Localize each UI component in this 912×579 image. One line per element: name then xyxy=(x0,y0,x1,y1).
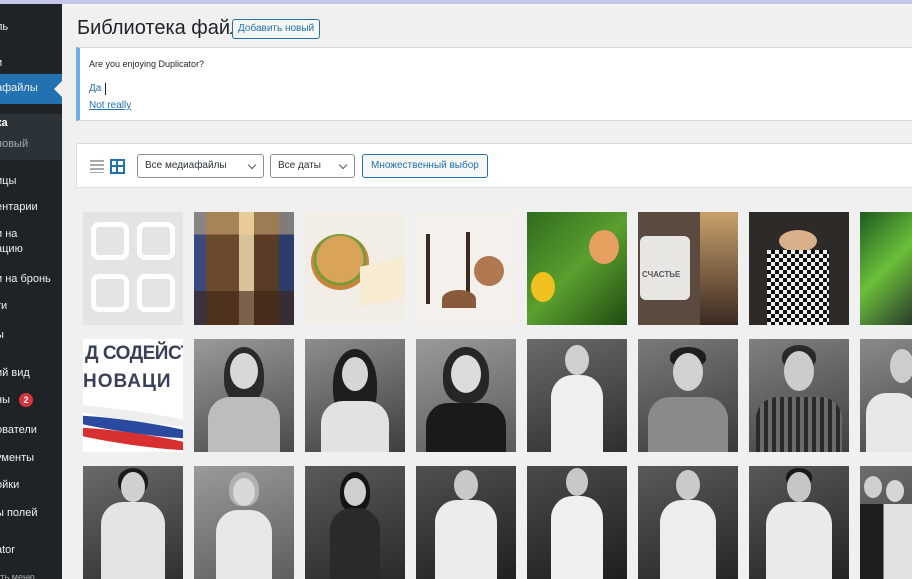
face-image xyxy=(676,470,700,500)
date-filter-value: Все даты xyxy=(278,160,321,171)
attachment-thumbnail-group[interactable] xyxy=(860,466,912,579)
body-image xyxy=(860,504,912,579)
grid-view-icon[interactable] xyxy=(110,159,125,174)
head-image xyxy=(779,230,817,252)
current-menu-arrow-icon xyxy=(54,81,62,97)
sidebar-item-media[interactable]: афайлы xyxy=(0,74,62,104)
attachment-thumbnail-mug[interactable]: СЧАСТЬЕ xyxy=(638,212,738,325)
banner-text-line1: Д СОДЕЙСТ xyxy=(85,343,183,364)
face-image xyxy=(784,351,814,391)
notice-no-link[interactable]: Not really xyxy=(89,100,131,111)
attachment-thumbnail-portrait[interactable] xyxy=(527,466,627,579)
attachment-thumbnail-bowls[interactable] xyxy=(416,212,516,325)
face-image xyxy=(890,349,912,383)
media-type-filter[interactable]: Все медиафайлы xyxy=(137,154,264,178)
notice-question: Are you enjoying Duplicator? xyxy=(89,59,205,69)
notice-yes-link[interactable]: Да xyxy=(89,83,101,94)
face-image xyxy=(454,470,478,500)
attachment-thumbnail-logo[interactable] xyxy=(83,212,183,325)
body-image xyxy=(766,502,832,579)
body-image xyxy=(216,510,272,579)
body-image xyxy=(756,397,842,452)
attachment-thumbnail-salad[interactable] xyxy=(860,212,912,325)
body-image xyxy=(660,500,716,579)
attachment-thumbnail-portrait[interactable] xyxy=(194,466,294,579)
attachment-thumbnail-portrait[interactable] xyxy=(749,339,849,452)
attachment-thumbnail-portrait[interactable] xyxy=(638,339,738,452)
board-image xyxy=(360,257,405,307)
face-image xyxy=(344,478,366,506)
egg-image xyxy=(589,230,619,264)
attachment-thumbnail-portrait[interactable] xyxy=(638,466,738,579)
attachment-thumbnail-portrait[interactable] xyxy=(416,339,516,452)
attachment-thumbnail-portrait[interactable] xyxy=(305,466,405,579)
background-image xyxy=(700,212,738,325)
attachment-thumbnail-portrait[interactable] xyxy=(416,466,516,579)
date-filter[interactable]: Все даты xyxy=(270,154,355,178)
attachment-thumbnail-chef-apron[interactable] xyxy=(749,212,849,325)
body-image xyxy=(551,496,603,579)
attachment-thumbnail-banner[interactable]: Д СОДЕЙСТ НОВАЦИ xyxy=(83,339,183,452)
mug-text: СЧАСТЬЕ xyxy=(642,270,681,279)
mug-image xyxy=(640,236,690,300)
banner-text-line2: НОВАЦИ xyxy=(83,371,172,392)
face-image xyxy=(230,353,258,389)
attachment-thumbnail-portrait[interactable] xyxy=(860,339,912,452)
logo-square-icon xyxy=(137,274,175,312)
body-image xyxy=(648,397,728,452)
face-image xyxy=(451,355,481,393)
list-view-icon[interactable] xyxy=(90,160,104,173)
flower-image xyxy=(531,272,555,302)
bulk-select-button[interactable]: Множественный выбор xyxy=(362,154,488,178)
logo-square-icon xyxy=(91,222,129,260)
window-top-strip xyxy=(0,0,912,4)
face-image xyxy=(566,468,588,496)
attachment-thumbnail-bagel[interactable] xyxy=(305,212,405,325)
bowl-image xyxy=(474,256,504,286)
chevron-down-icon xyxy=(338,160,348,170)
body-image xyxy=(208,397,280,452)
body-image xyxy=(426,403,506,452)
media-type-filter-value: Все медиафайлы xyxy=(145,160,227,171)
attachment-thumbnail-greens[interactable] xyxy=(527,212,627,325)
attachment-thumbnail-portrait[interactable] xyxy=(194,339,294,452)
chevron-down-icon xyxy=(247,160,257,170)
body-image xyxy=(101,502,165,579)
attachment-thumbnail-portrait[interactable] xyxy=(749,466,849,579)
logo-square-icon xyxy=(91,274,129,312)
attachment-thumbnail-interior[interactable] xyxy=(194,212,294,325)
face-image xyxy=(233,478,255,506)
logo-square-icon xyxy=(137,222,175,260)
face-image xyxy=(565,345,589,375)
attachment-thumbnail-portrait[interactable] xyxy=(305,339,405,452)
face-image xyxy=(121,472,145,502)
face-image xyxy=(864,476,882,498)
body-image xyxy=(435,500,497,579)
duplicator-notice: Are you enjoying Duplicator? Да Not real… xyxy=(76,47,912,121)
update-count-badge: 2 xyxy=(19,393,33,407)
admin-sidebar: ль и афайлы ка новый ицы ентарии и на ац… xyxy=(0,4,62,579)
rod-image xyxy=(426,234,430,304)
bowl-image xyxy=(442,290,476,308)
interior-shading xyxy=(194,212,294,325)
text-cursor xyxy=(105,83,106,95)
media-toolbar: Все медиафайлы Все даты Множественный вы… xyxy=(76,143,912,188)
body-image xyxy=(866,393,912,452)
face-image xyxy=(673,353,703,391)
body-image xyxy=(321,401,389,452)
attachment-thumbnail-portrait[interactable] xyxy=(527,339,627,452)
body-image xyxy=(330,508,380,579)
face-image xyxy=(342,357,368,391)
attachment-thumbnail-portrait[interactable] xyxy=(83,466,183,579)
checkered-apron-image xyxy=(767,250,829,325)
body-image xyxy=(551,375,603,452)
face-image xyxy=(886,480,904,502)
face-image xyxy=(787,472,811,502)
add-new-button[interactable]: Добавить новый xyxy=(232,19,321,39)
